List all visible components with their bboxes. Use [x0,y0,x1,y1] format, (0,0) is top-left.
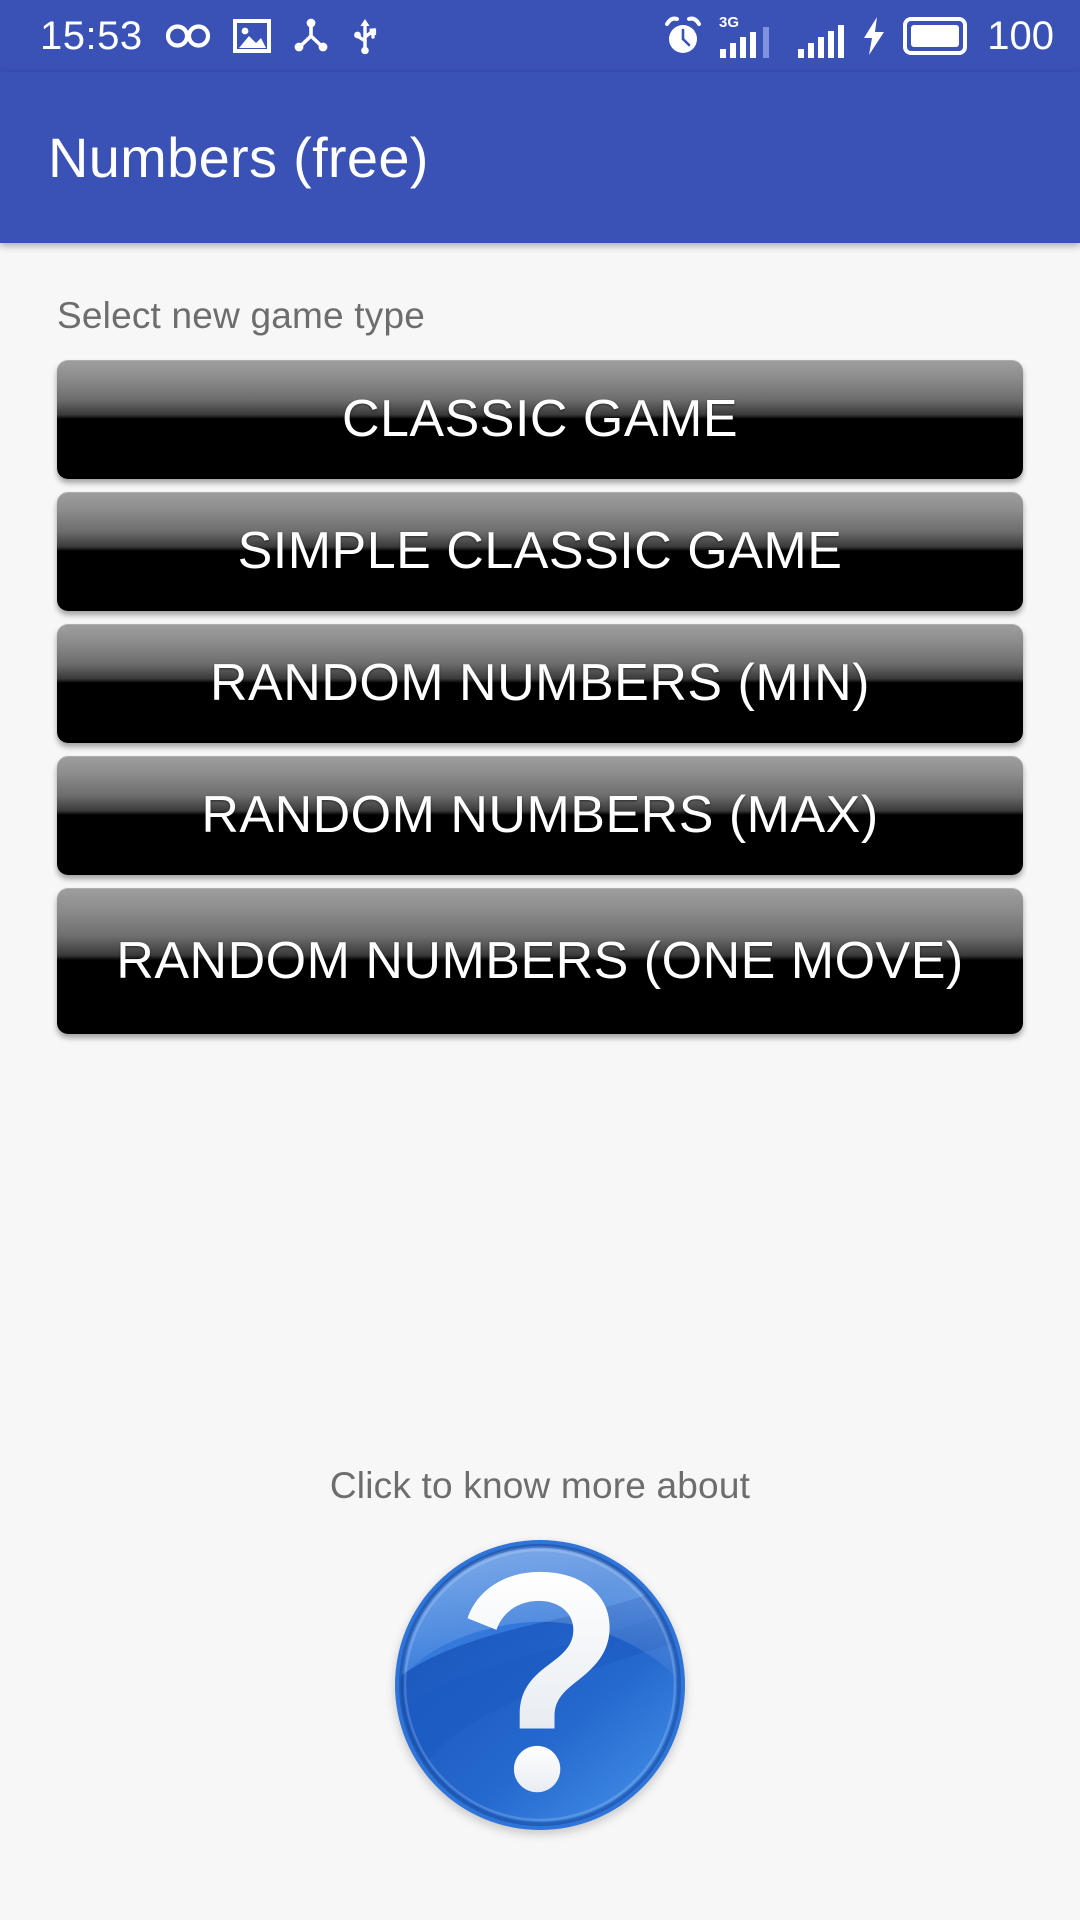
svg-text:3G: 3G [719,14,739,31]
section-label: Select new game type [57,295,426,336]
game-type-button-list: CLASSIC GAME SIMPLE CLASSIC GAME RANDOM … [57,360,1023,1034]
question-mark-circle-icon[interactable] [395,1540,685,1830]
status-bar: 15:53 3G 100 [0,0,1080,72]
status-bar-clock: 15:53 [40,14,143,58]
status-bar-right: 3G 100 [663,13,1054,59]
app-root: 15:53 3G 100 Numbers (free) Select new g… [0,0,1080,1920]
signal-bars-3g-icon: 3G [719,13,781,59]
game-type-button-label: RANDOM NUMBERS (ONE MOVE) [116,931,964,990]
app-bar: Numbers (free) [0,72,1080,243]
game-type-button-classic-game[interactable]: CLASSIC GAME [57,360,1023,479]
game-type-button-label: RANDOM NUMBERS (MIN) [210,654,870,713]
help-section: Click to know more about [57,1467,1023,1920]
page-title: Numbers (free) [48,125,429,189]
game-type-button-label: SIMPLE CLASSIC GAME [237,522,843,581]
battery-percent-label: 100 [987,14,1054,58]
battery-full-icon [903,17,968,55]
help-text: Click to know more about [329,1465,751,1506]
game-type-button-random-numbers-one-move[interactable]: RANDOM NUMBERS (ONE MOVE) [57,888,1023,1034]
main-content: Select new game type CLASSIC GAME SIMPLE… [0,243,1080,1920]
usb-icon [351,17,379,55]
share-nodes-icon [293,18,329,54]
game-type-button-label: RANDOM NUMBERS (MAX) [201,786,879,845]
game-type-button-label: CLASSIC GAME [341,390,739,449]
photo-icon [232,19,271,53]
infinity-icon [165,21,211,51]
charging-bolt-icon [861,16,887,56]
game-type-button-random-numbers-max[interactable]: RANDOM NUMBERS (MAX) [57,756,1023,875]
alarm-clock-icon [663,15,703,57]
game-type-button-simple-classic-game[interactable]: SIMPLE CLASSIC GAME [57,492,1023,611]
status-bar-left: 15:53 [40,16,379,56]
signal-bars-icon [797,13,845,59]
game-type-button-random-numbers-min[interactable]: RANDOM NUMBERS (MIN) [57,624,1023,743]
